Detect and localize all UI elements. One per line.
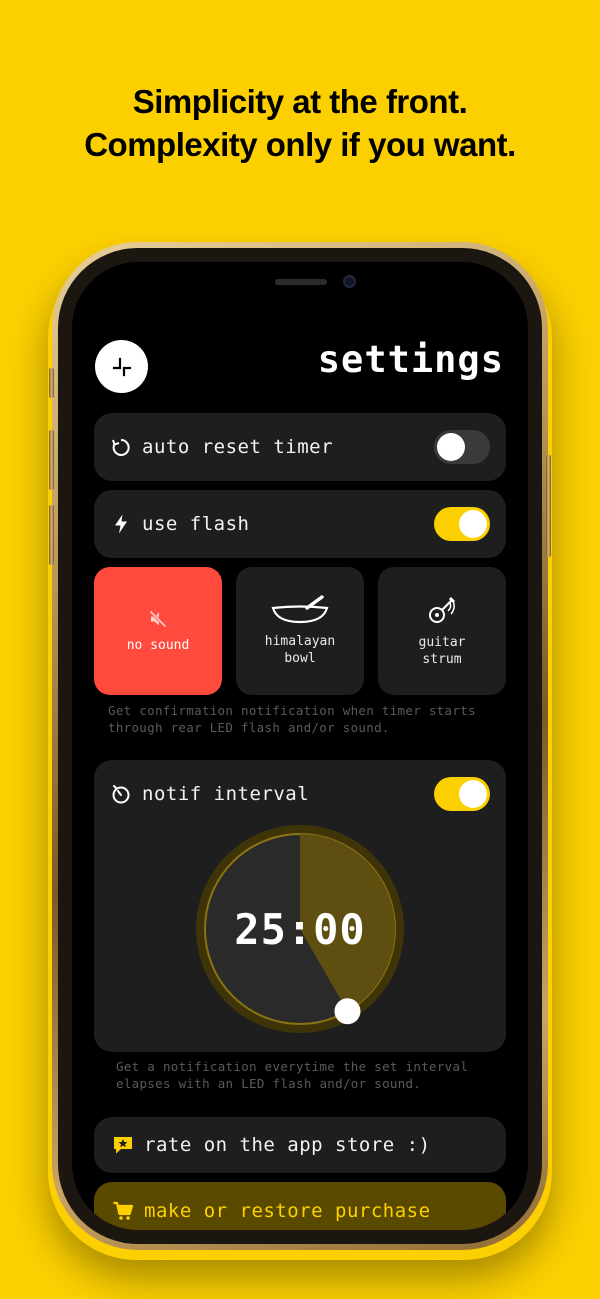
sound-option-no-sound[interactable]: no sound xyxy=(94,567,222,695)
purchase-button[interactable]: make or restore purchase xyxy=(94,1182,506,1230)
auto-reset-toggle[interactable] xyxy=(434,430,490,464)
lightning-icon xyxy=(115,514,127,534)
phone-speaker xyxy=(275,279,327,285)
sound-option-himalayan-bowl[interactable]: himalayan bowl xyxy=(236,567,364,695)
rate-app-label: rate on the app store :) xyxy=(144,1134,431,1156)
interval-dial[interactable]: 25:00 xyxy=(192,821,408,1037)
sound-option-label-line-2: strum xyxy=(422,652,462,667)
auto-reset-row[interactable]: auto reset timer xyxy=(94,413,506,481)
confirmation-hint: Get confirmation notification when timer… xyxy=(108,702,476,736)
notif-interval-toggle[interactable] xyxy=(434,777,490,811)
sound-option-label-line-1: himalayan xyxy=(264,634,336,649)
collapse-button[interactable] xyxy=(95,340,148,393)
interval-hint-line-2: elapses with an LED flash and/or sound. xyxy=(116,1076,422,1091)
phone-power-button xyxy=(546,455,551,557)
toggle-knob xyxy=(459,780,487,808)
reset-icon xyxy=(112,438,130,456)
use-flash-label: use flash xyxy=(142,513,250,535)
auto-reset-label: auto reset timer xyxy=(142,436,334,458)
headline-line-2: Complexity only if you want. xyxy=(84,126,516,163)
star-badge-icon xyxy=(114,1137,132,1154)
phone-mute-switch xyxy=(49,368,54,398)
cart-icon xyxy=(113,1201,134,1220)
confirmation-hint-line-2: through rear LED flash and/or sound. xyxy=(108,720,390,735)
phone-camera xyxy=(343,275,356,288)
mute-icon xyxy=(149,609,167,628)
toggle-knob xyxy=(459,510,487,538)
use-flash-row[interactable]: use flash xyxy=(94,490,506,558)
sound-option-label-line-1: guitar xyxy=(418,635,466,650)
toggle-knob xyxy=(437,433,465,461)
collapse-corner-icon xyxy=(112,357,131,376)
phone-screen: settings auto reset timer use flash no s… xyxy=(72,262,528,1230)
bowl-icon xyxy=(271,595,329,624)
confirmation-hint-line-1: Get confirmation notification when timer… xyxy=(108,703,476,718)
interval-hint-line-1: Get a notification everytime the set int… xyxy=(116,1059,469,1074)
notif-interval-label: notif interval xyxy=(142,783,310,805)
interval-hint: Get a notification everytime the set int… xyxy=(116,1058,468,1092)
rate-app-button[interactable]: rate on the app store :) xyxy=(94,1117,506,1173)
sound-option-label: no sound xyxy=(126,637,190,653)
guitar-icon xyxy=(429,596,456,623)
headline-line-1: Simplicity at the front. xyxy=(132,83,468,120)
phone-volume-down xyxy=(49,505,54,565)
sound-option-guitar-strum[interactable]: guitar strum xyxy=(378,567,506,695)
sound-option-label-line-2: bowl xyxy=(284,651,316,666)
phone-volume-up xyxy=(49,430,54,490)
page-title: settings xyxy=(317,338,504,381)
purchase-label: make or restore purchase xyxy=(144,1200,431,1222)
use-flash-toggle[interactable] xyxy=(434,507,490,541)
interval-time: 25:00 xyxy=(234,904,366,954)
headline: Simplicity at the front. Complexity only… xyxy=(0,80,600,166)
timer-icon xyxy=(112,785,130,804)
